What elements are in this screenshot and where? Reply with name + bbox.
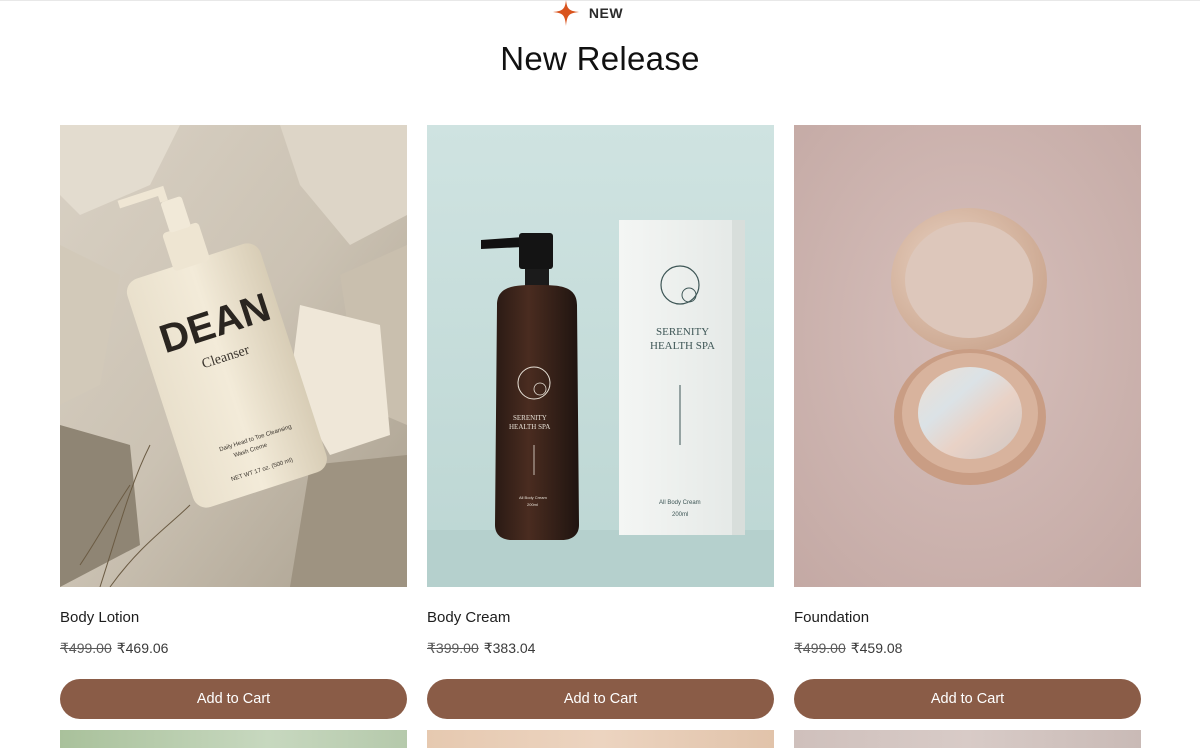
- product-image-body-lotion[interactable]: DEAN Cleanser Daily Head to Toe Cleansin…: [60, 125, 407, 587]
- product-card: SERENITY HEALTH SPA All Body Cream 200ml…: [427, 125, 774, 719]
- product-title[interactable]: Body Lotion: [60, 609, 407, 627]
- sale-price: ₹383.04: [483, 640, 536, 656]
- price-row: ₹499.00 ₹459.08: [794, 639, 1141, 657]
- svg-text:All Body Cream: All Body Cream: [519, 495, 547, 500]
- svg-text:SERENITY: SERENITY: [513, 414, 547, 422]
- section-eyebrow: NEW: [0, 0, 1200, 26]
- add-to-cart-button[interactable]: Add to Cart: [794, 679, 1141, 719]
- product-title[interactable]: Body Cream: [427, 609, 774, 627]
- svg-text:200ml: 200ml: [527, 502, 538, 507]
- add-to-cart-button[interactable]: Add to Cart: [60, 679, 407, 719]
- product-image-peek[interactable]: [427, 730, 774, 748]
- product-card: Foundation ₹499.00 ₹459.08 Add to Cart: [794, 125, 1141, 719]
- product-image-body-cream[interactable]: SERENITY HEALTH SPA All Body Cream 200ml…: [427, 125, 774, 587]
- add-to-cart-button[interactable]: Add to Cart: [427, 679, 774, 719]
- eyebrow-label: NEW: [588, 5, 624, 21]
- product-grid: DEAN Cleanser Daily Head to Toe Cleansin…: [60, 125, 1141, 719]
- svg-text:SERENITY: SERENITY: [656, 326, 709, 338]
- product-card: DEAN Cleanser Daily Head to Toe Cleansin…: [60, 125, 407, 719]
- price-row: ₹399.00 ₹383.04: [427, 639, 774, 657]
- product-image-foundation[interactable]: [794, 125, 1141, 587]
- svg-text:200ml: 200ml: [672, 512, 688, 518]
- sale-price: ₹459.08: [850, 640, 903, 656]
- product-image-peek[interactable]: [60, 730, 407, 748]
- original-price: ₹399.00: [427, 640, 479, 656]
- next-row-products: [60, 730, 1141, 748]
- sale-price: ₹469.06: [116, 640, 169, 656]
- svg-text:HEALTH SPA: HEALTH SPA: [650, 340, 715, 352]
- sparkle-icon: [552, 0, 579, 26]
- product-title[interactable]: Foundation: [794, 609, 1141, 627]
- svg-text:All Body Cream: All Body Cream: [659, 500, 701, 506]
- product-image-peek[interactable]: [794, 730, 1141, 748]
- svg-text:HEALTH SPA: HEALTH SPA: [509, 423, 550, 431]
- original-price: ₹499.00: [794, 640, 846, 656]
- section-title: New Release: [500, 40, 700, 77]
- price-row: ₹499.00 ₹469.06: [60, 639, 407, 657]
- original-price: ₹499.00: [60, 640, 112, 656]
